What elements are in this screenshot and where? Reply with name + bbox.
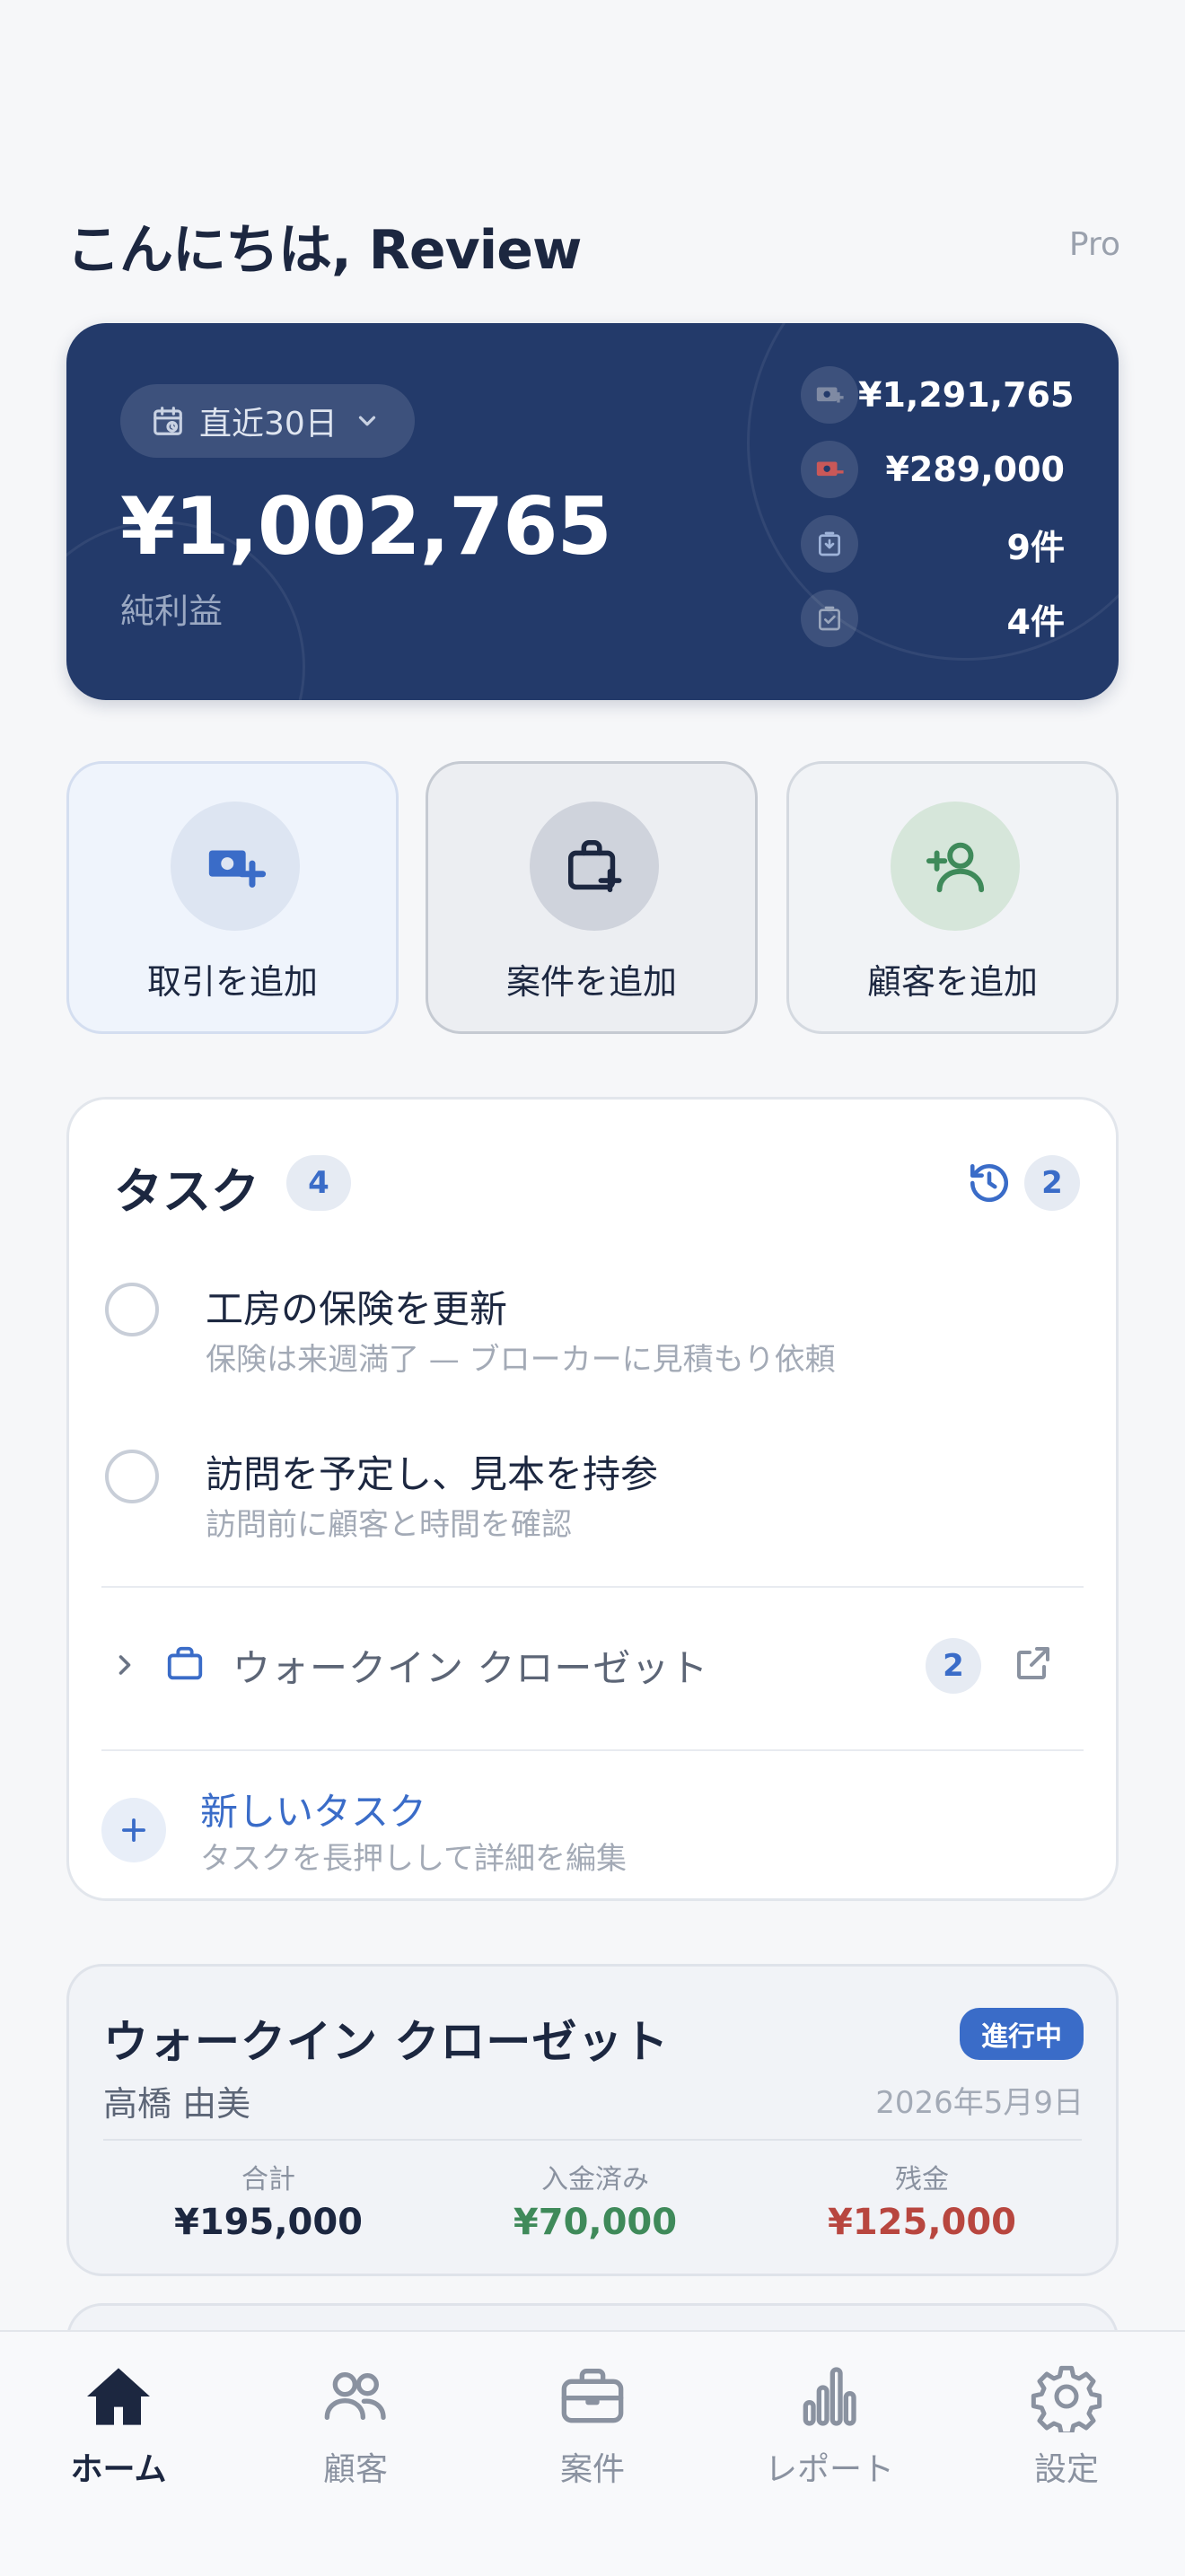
tasks-title: タスク xyxy=(114,1163,259,1220)
add-project-icon xyxy=(530,802,659,931)
project-balance: 残金 ¥125,000 xyxy=(760,2157,1084,2243)
project-client: 高橋 由美 xyxy=(103,2084,251,2124)
add-project-label: 案件を追加 xyxy=(505,962,677,1002)
summary-card: 直近30日 ¥1,002,765 純利益 ¥1,291,765 ¥289,000… xyxy=(66,323,1119,700)
new-task-hint: タスクを長押しして詳細を編集 xyxy=(200,1841,627,1877)
inbox-icon xyxy=(801,515,858,573)
task-subtitle: 保険は来週満了 — ブローカーに見積もり依頼 xyxy=(206,1342,836,1378)
task-checkbox[interactable] xyxy=(105,1450,159,1503)
balance-label: 残金 xyxy=(895,2164,949,2195)
tab-label: ホーム xyxy=(70,2451,167,2488)
project-paid: 入金済み ¥70,000 xyxy=(434,2157,757,2243)
tasks-count-badge: 4 xyxy=(286,1155,351,1211)
stat-expense: ¥289,000 xyxy=(801,441,1065,498)
add-customer-button[interactable]: 顧客を追加 xyxy=(786,761,1119,1034)
open-external-icon[interactable] xyxy=(1012,1642,1055,1685)
tasks-card: タスク 4 2 工房の保険を更新 保険は来週満了 — ブローカーに見積もり依頼 … xyxy=(66,1097,1119,1901)
tab-label: 顧客 xyxy=(322,2451,388,2488)
greeting-title: こんにちは, Review xyxy=(66,219,582,282)
inbox-value: 9件 xyxy=(1006,527,1065,567)
expense-value: ¥289,000 xyxy=(885,450,1065,489)
tab-label: 案件 xyxy=(559,2451,625,2488)
add-transaction-label: 取引を追加 xyxy=(146,962,318,1002)
plus-icon xyxy=(122,1818,145,1842)
tab-label: レポート xyxy=(764,2451,894,2488)
customers-icon xyxy=(324,2371,386,2420)
expense-icon xyxy=(801,441,858,498)
tab-bar: ホーム 顧客 案件 レポート 設定 xyxy=(0,2330,1185,2576)
add-customer-label: 顧客を追加 xyxy=(866,962,1038,1002)
project-total: 合計 ¥195,000 xyxy=(107,2157,430,2243)
period-selector[interactable]: 直近30日 xyxy=(120,384,415,458)
total-label: 合計 xyxy=(241,2164,295,2195)
task-group-label[interactable]: ウォークイン クローゼット xyxy=(233,1638,708,1693)
task-title[interactable]: 工房の保険を更新 xyxy=(206,1279,507,1334)
home-icon xyxy=(87,2368,150,2425)
net-profit-label: 純利益 xyxy=(120,591,224,631)
completed-value: 4件 xyxy=(1006,601,1065,642)
tab-customers[interactable]: 顧客 xyxy=(237,2350,474,2493)
net-profit-amount: ¥1,002,765 xyxy=(120,480,612,573)
divider xyxy=(101,1586,1084,1588)
add-transaction-button[interactable]: 取引を追加 xyxy=(66,761,399,1034)
stat-income: ¥1,291,765 xyxy=(801,366,1075,424)
stat-completed: 4件 xyxy=(801,590,1065,647)
tab-settings[interactable]: 設定 xyxy=(948,2350,1185,2493)
add-project-button[interactable]: 案件を追加 xyxy=(426,761,758,1034)
balance-value: ¥125,000 xyxy=(827,2202,1017,2243)
tab-reports[interactable]: レポート xyxy=(711,2350,948,2493)
paid-value: ¥70,000 xyxy=(513,2202,678,2243)
tab-home[interactable]: ホーム xyxy=(0,2350,237,2493)
stat-inbox: 9件 xyxy=(801,515,1065,573)
income-value: ¥1,291,765 xyxy=(858,375,1075,415)
status-badge: 進行中 xyxy=(960,2008,1084,2060)
task-checkbox[interactable] xyxy=(105,1283,159,1336)
report-icon xyxy=(803,2367,856,2426)
task-group-count-badge: 2 xyxy=(926,1638,981,1694)
total-value: ¥195,000 xyxy=(173,2202,364,2243)
tab-label: 設定 xyxy=(1033,2451,1099,2488)
new-task-title[interactable]: 新しいタスク xyxy=(200,1782,426,1836)
task-subtitle: 訪問前に顧客と時間を確認 xyxy=(206,1507,572,1543)
history-count-badge: 2 xyxy=(1024,1155,1080,1211)
new-task-button[interactable] xyxy=(101,1798,166,1862)
briefcase-icon xyxy=(167,1646,203,1680)
calendar-icon xyxy=(154,407,182,435)
history-icon[interactable] xyxy=(967,1161,1012,1205)
briefcase-icon xyxy=(561,2369,624,2423)
settings-icon xyxy=(1031,2365,1102,2432)
paid-label: 入金済み xyxy=(541,2164,649,2195)
add-customer-icon xyxy=(891,802,1020,931)
completed-icon xyxy=(801,590,858,647)
income-icon xyxy=(801,366,858,424)
plan-badge[interactable]: Pro xyxy=(1069,226,1120,263)
chevron-down-icon xyxy=(358,416,375,426)
divider xyxy=(101,1749,1084,1751)
chevron-right-icon[interactable] xyxy=(109,1649,141,1681)
project-title: ウォークイン クローゼット xyxy=(103,2016,670,2068)
period-label: 直近30日 xyxy=(199,406,338,442)
project-date: 2026年5月9日 xyxy=(875,2085,1084,2121)
divider xyxy=(103,2139,1082,2141)
add-transaction-icon xyxy=(171,802,300,931)
tab-projects[interactable]: 案件 xyxy=(474,2350,711,2493)
task-title[interactable]: 訪問を予定し、見本を持参 xyxy=(206,1444,658,1499)
project-card[interactable]: ウォークイン クローゼット 進行中 高橋 由美 2026年5月9日 合計 ¥19… xyxy=(66,1964,1119,2276)
